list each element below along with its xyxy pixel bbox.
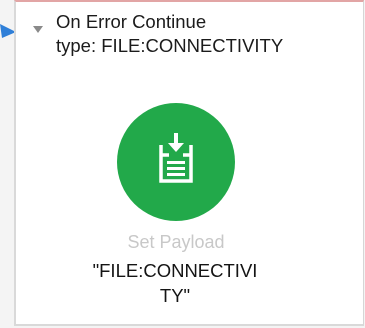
component-value-line-1: "FILE:CONNECTIVI: [92, 260, 258, 281]
collapse-toggle-icon[interactable]: [33, 26, 43, 33]
set-payload-icon-circle[interactable]: [117, 103, 235, 221]
component-label: Set Payload: [127, 232, 225, 252]
scope-error-type: type: FILE:CONNECTIVITY: [56, 35, 284, 56]
flow-canvas: On Error Continue type: FILE:CONNECTIVIT…: [0, 0, 365, 328]
component-value: "FILE:CONNECTIVI TY": [62, 258, 288, 308]
set-payload-icon: [159, 133, 193, 183]
component-value-line-2: TY": [159, 285, 191, 306]
scope-title: On Error Continue: [56, 11, 207, 32]
